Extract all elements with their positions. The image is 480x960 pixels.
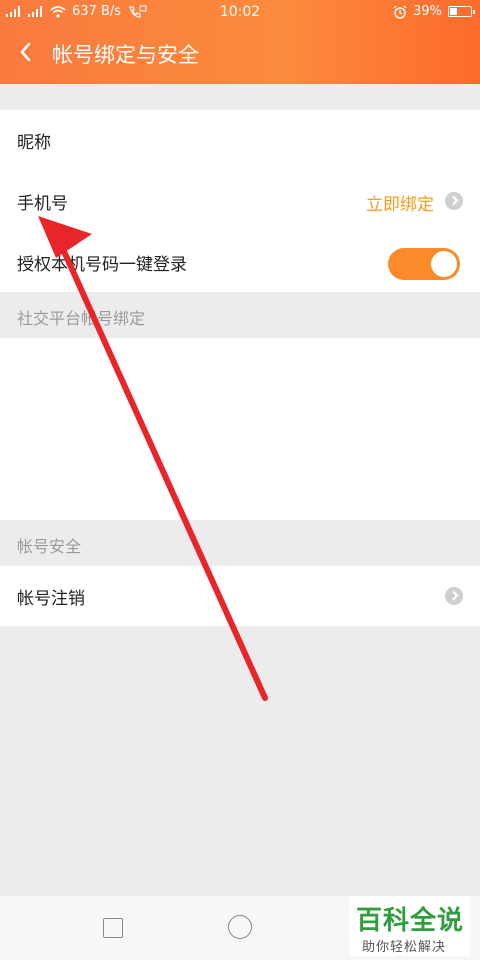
status-right: 39% bbox=[393, 4, 475, 19]
one-click-login-toggle[interactable] bbox=[388, 248, 460, 280]
security-section-title: 帐号安全 bbox=[17, 537, 82, 556]
recent-apps-button[interactable] bbox=[103, 918, 123, 938]
chevron-right-icon bbox=[445, 192, 463, 210]
row-nickname[interactable]: 昵称 bbox=[0, 110, 480, 170]
title-bar: 帐号绑定与安全 bbox=[0, 24, 480, 84]
battery-icon bbox=[448, 6, 475, 17]
top-spacer bbox=[0, 84, 480, 110]
security-section-header: 帐号安全 bbox=[0, 520, 480, 566]
alarm-icon bbox=[393, 5, 407, 19]
page-title: 帐号绑定与安全 bbox=[52, 43, 199, 67]
back-arrow-icon[interactable] bbox=[14, 38, 38, 66]
status-bar: 637 B/s 10:02 39% bbox=[0, 0, 480, 24]
watermark: 百科全说 助你轻松解决 bbox=[350, 896, 470, 956]
social-section-header: 社交平台帐号绑定 bbox=[0, 292, 480, 338]
one-click-login-label: 授权本机号码一键登录 bbox=[17, 255, 187, 275]
app-header: 637 B/s 10:02 39% 帐号绑定与安全 bbox=[0, 0, 480, 84]
row-phone[interactable]: 手机号 立即绑定 bbox=[0, 171, 480, 231]
account-cancel-label: 帐号注销 bbox=[17, 589, 85, 609]
account-group: 昵称 手机号 立即绑定 授权本机号码一键登录 bbox=[0, 110, 480, 292]
toggle-knob bbox=[431, 251, 457, 277]
bind-now-link[interactable]: 立即绑定 bbox=[366, 190, 434, 215]
row-account-cancel[interactable]: 帐号注销 bbox=[0, 566, 480, 626]
battery-fill bbox=[450, 8, 457, 15]
home-button[interactable] bbox=[228, 915, 252, 939]
security-group: 帐号注销 bbox=[0, 566, 480, 626]
row-one-click-login: 授权本机号码一键登录 bbox=[0, 232, 480, 292]
nickname-label: 昵称 bbox=[17, 133, 51, 153]
social-section-title: 社交平台帐号绑定 bbox=[17, 309, 146, 328]
watermark-subtitle: 助你轻松解决 bbox=[362, 940, 447, 955]
chevron-right-icon bbox=[445, 587, 463, 605]
battery-percent: 39% bbox=[413, 4, 442, 19]
social-accounts-list bbox=[0, 338, 480, 520]
watermark-title: 百科全说 bbox=[356, 906, 465, 936]
phone-label: 手机号 bbox=[17, 194, 68, 214]
